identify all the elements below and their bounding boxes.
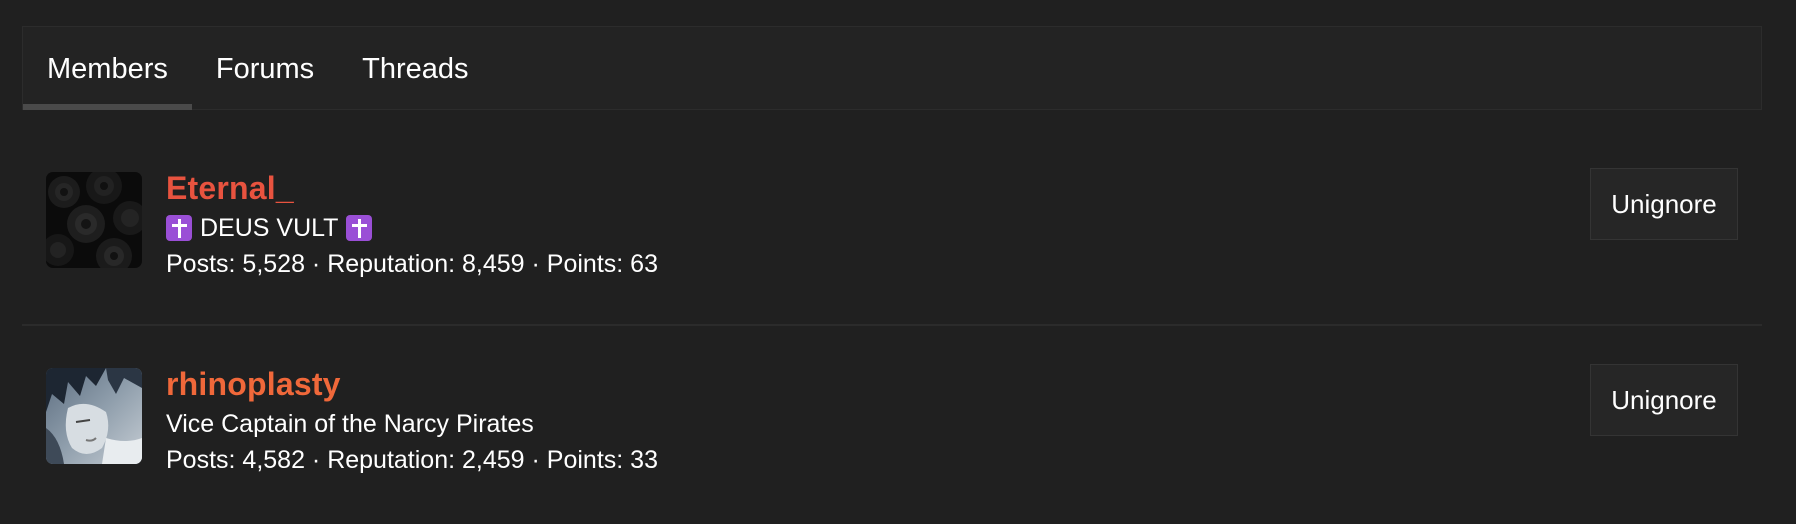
orthodox-cross-icon (346, 215, 373, 241)
user-title: DEUS VULT (166, 210, 658, 246)
tab-threads[interactable]: Threads (338, 27, 492, 109)
tab-bar: Members Forums Threads (22, 26, 1762, 110)
list-item: rhinoplasty Vice Captain of the Narcy Pi… (22, 324, 1762, 518)
ignored-members-list: Eternal_ DEUS VULT Posts: 5,528 · Reputa… (22, 130, 1762, 518)
unignore-button[interactable]: Unignore (1590, 168, 1738, 240)
unignore-button[interactable]: Unignore (1590, 364, 1738, 436)
username[interactable]: Eternal_ (166, 168, 658, 208)
username[interactable]: rhinoplasty (166, 364, 658, 404)
user-title: Vice Captain of the Narcy Pirates (166, 406, 658, 442)
orthodox-cross-icon (166, 215, 192, 241)
tab-members[interactable]: Members (23, 27, 192, 110)
user-title-text: Vice Captain of the Narcy Pirates (166, 410, 534, 438)
list-item: Eternal_ DEUS VULT Posts: 5,528 · Reputa… (22, 130, 1762, 324)
member-info: Eternal_ DEUS VULT Posts: 5,528 · Reputa… (166, 168, 658, 282)
member-stats: Posts: 5,528 · Reputation: 8,459 · Point… (166, 250, 658, 278)
tab-forums[interactable]: Forums (192, 27, 338, 109)
avatar[interactable] (46, 368, 142, 464)
member-stats: Posts: 4,582 · Reputation: 2,459 · Point… (166, 446, 658, 474)
member-info: rhinoplasty Vice Captain of the Narcy Pi… (166, 364, 658, 478)
user-title-text: DEUS VULT (200, 214, 339, 242)
avatar[interactable] (46, 172, 142, 268)
